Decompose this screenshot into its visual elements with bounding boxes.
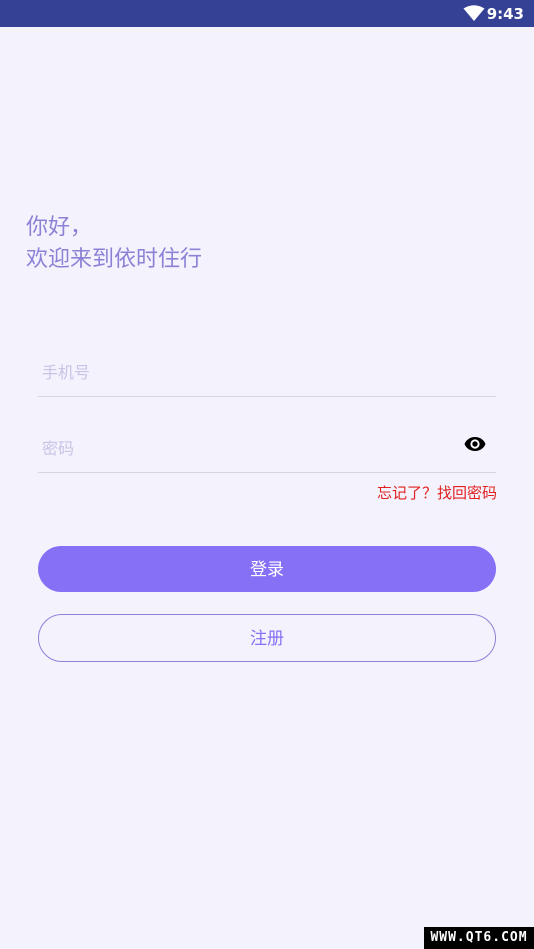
status-bar: 9:43 [0,0,534,27]
watermark: WWW.QT6.COM [424,927,534,949]
login-button[interactable]: 登录 [38,546,496,592]
status-time: 9:43 [486,5,524,23]
greeting-line-1: 你好， [26,215,93,240]
password-input[interactable] [38,428,442,468]
forgot-password-link[interactable]: 忘记了？找回密码 [377,483,497,503]
greeting: 你好， 欢迎来到依时住行 [26,212,202,276]
wifi-icon [463,5,485,21]
phone-field [38,352,496,397]
greeting-line-2: 欢迎来到依时住行 [26,247,203,272]
login-screen: 9:43 你好， 欢迎来到依时住行 忘记了？找回密码 登录 注册 WWW.QT6… [0,0,534,949]
eye-icon[interactable] [464,436,486,452]
phone-input[interactable] [38,352,442,392]
register-button[interactable]: 注册 [38,614,496,662]
password-field [38,428,496,473]
